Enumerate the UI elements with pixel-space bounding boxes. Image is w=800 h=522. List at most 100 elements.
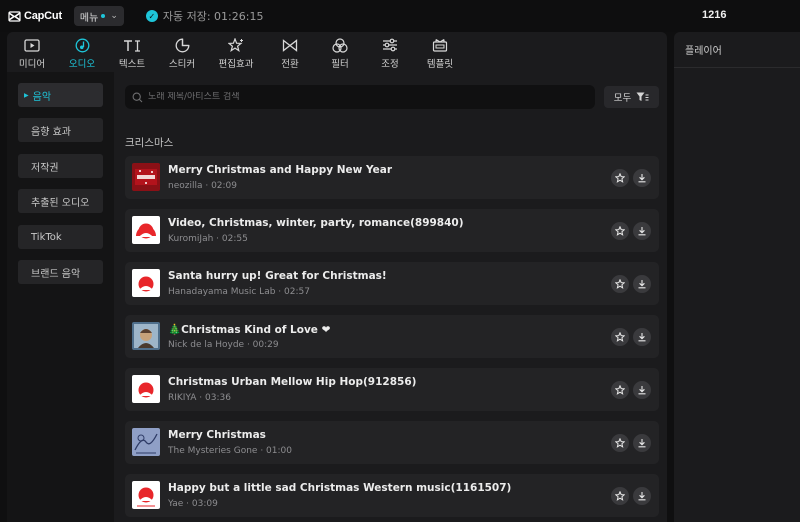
track-title: 🎄Christmas Kind of Love ❤: [168, 324, 331, 336]
track-meta: Yae · 03:09: [168, 499, 218, 509]
download-button[interactable]: [633, 222, 651, 240]
player-title: 플레이어: [685, 46, 722, 57]
sidebar-item-label: 저작권: [31, 162, 59, 174]
adjust-icon: [382, 37, 398, 53]
section-title: 크리스마스: [125, 137, 174, 149]
track-row[interactable]: 🎄Christmas Kind of Love ❤ Nick de la Hoy…: [125, 315, 659, 358]
notification-dot: [101, 14, 106, 18]
star-icon: [615, 173, 625, 183]
sidebar-item-label: TikTok: [31, 231, 62, 243]
track-thumbnail: [132, 216, 160, 244]
tab-sticker[interactable]: 스티커: [157, 32, 207, 72]
autosave-status: ✓ 자동 저장: 01:26:15: [145, 8, 264, 24]
menu-button[interactable]: 메뉴 ⌄: [73, 6, 124, 26]
tab-adjust-label: 조정: [381, 59, 399, 70]
track-meta: Nick de la Hoyde · 00:29: [168, 340, 279, 350]
track-meta: The Mysteries Gone · 01:00: [168, 446, 292, 456]
tab-effects-label: 편집효과: [218, 59, 254, 70]
sidebar-item-tiktok[interactable]: TikTok: [18, 225, 103, 249]
favorite-button[interactable]: [611, 328, 629, 346]
sidebar-item-label: 추출된 오디오: [31, 197, 90, 209]
sidebar-item-label: 브랜드 음악: [31, 268, 81, 280]
tab-audio[interactable]: 오디오: [57, 32, 107, 72]
tab-filter-label: 필터: [331, 59, 349, 70]
tab-text[interactable]: 텍스트: [107, 32, 157, 72]
track-row[interactable]: Merry Christmas and Happy New Year neozi…: [125, 156, 659, 199]
asset-panel: 미디어 오디오 텍스트 스티커 편집효과 전환 필터 조정 템플릿 ▶ 음악 음…: [7, 32, 667, 522]
search-icon: [132, 92, 143, 102]
autosave-text: 자동 저장: 01:26:15: [162, 10, 264, 23]
download-button[interactable]: [633, 381, 651, 399]
sidebar-item-brand-music[interactable]: 브랜드 음악: [18, 260, 103, 284]
template-icon: [432, 37, 448, 53]
download-button[interactable]: [633, 275, 651, 293]
favorite-button[interactable]: [611, 487, 629, 505]
favorite-button[interactable]: [611, 275, 629, 293]
sticker-icon: [175, 37, 190, 53]
download-button[interactable]: [633, 434, 651, 452]
track-thumbnail: [132, 481, 160, 509]
track-row[interactable]: Happy but a little sad Christmas Western…: [125, 474, 659, 517]
track-row[interactable]: Video, Christmas, winter, party, romance…: [125, 209, 659, 252]
tab-media-label: 미디어: [18, 59, 46, 70]
top-bar: CapCut 메뉴 ⌄ ✓ 자동 저장: 01:26:15 1216: [0, 0, 800, 32]
download-button[interactable]: [633, 487, 651, 505]
track-meta: neozilla · 02:09: [168, 181, 238, 191]
star-icon: [615, 332, 625, 342]
player-header: 플레이어: [674, 32, 800, 68]
download-icon: [638, 333, 646, 342]
track-meta: RIKIYA · 03:36: [168, 393, 231, 403]
media-icon: [24, 37, 40, 53]
download-icon: [638, 439, 646, 448]
sidebar-item-extracted-audio[interactable]: 추출된 오디오: [18, 189, 103, 213]
download-button[interactable]: [633, 169, 651, 187]
audio-category-sidebar: ▶ 음악 음향 효과 저작권 추출된 오디오 TikTok 브랜드 음악: [7, 72, 114, 522]
track-row[interactable]: Santa hurry up! Great for Christmas! Han…: [125, 262, 659, 305]
star-icon: [615, 226, 625, 236]
transition-icon: [282, 37, 298, 53]
download-icon: [638, 227, 646, 236]
track-row[interactable]: Christmas Urban Mellow Hip Hop(912856) R…: [125, 368, 659, 411]
sidebar-item-copyright[interactable]: 저작권: [18, 154, 103, 178]
track-thumbnail: [132, 375, 160, 403]
tab-filter[interactable]: 필터: [315, 32, 365, 72]
star-icon: [615, 385, 625, 395]
capcut-logo: CapCut: [8, 10, 62, 22]
favorite-button[interactable]: [611, 222, 629, 240]
download-button[interactable]: [633, 328, 651, 346]
tab-adjust[interactable]: 조정: [365, 32, 415, 72]
sidebar-item-label: 음악: [32, 91, 52, 103]
audio-icon: [75, 37, 90, 53]
project-name[interactable]: 1216: [702, 9, 726, 21]
tab-effects[interactable]: 편집효과: [207, 32, 265, 72]
chevron-down-icon: ⌄: [110, 11, 118, 21]
tab-transition-label: 전환: [281, 59, 299, 70]
track-title: Christmas Urban Mellow Hip Hop(912856): [168, 376, 417, 388]
star-icon: [615, 279, 625, 289]
search-input[interactable]: [148, 92, 568, 102]
tab-transition[interactable]: 전환: [265, 32, 315, 72]
tab-template[interactable]: 템플릿: [415, 32, 465, 72]
sidebar-item-sound-effects[interactable]: 음향 효과: [18, 118, 103, 142]
download-icon: [638, 280, 646, 289]
caret-right-icon: ▶: [24, 91, 29, 99]
track-thumbnail: [132, 428, 160, 456]
track-row[interactable]: Merry Christmas The Mysteries Gone · 01:…: [125, 421, 659, 464]
favorite-button[interactable]: [611, 169, 629, 187]
text-icon: [123, 37, 141, 53]
favorite-button[interactable]: [611, 434, 629, 452]
download-icon: [638, 492, 646, 501]
filter-dropdown[interactable]: 모두: [604, 86, 659, 108]
tab-audio-label: 오디오: [68, 59, 96, 70]
download-icon: [638, 174, 646, 183]
track-thumbnail: [132, 269, 160, 297]
sidebar-item-label: 음향 효과: [31, 126, 71, 138]
track-title: Merry Christmas: [168, 429, 266, 441]
tab-sticker-label: 스티커: [168, 59, 196, 70]
tab-media[interactable]: 미디어: [7, 32, 57, 72]
track-title: Video, Christmas, winter, party, romance…: [168, 217, 464, 229]
favorite-button[interactable]: [611, 381, 629, 399]
sidebar-item-music[interactable]: ▶ 음악: [18, 83, 103, 107]
track-thumbnail: [132, 163, 160, 191]
track-meta: Hanadayama Music Lab · 02:57: [168, 287, 310, 297]
